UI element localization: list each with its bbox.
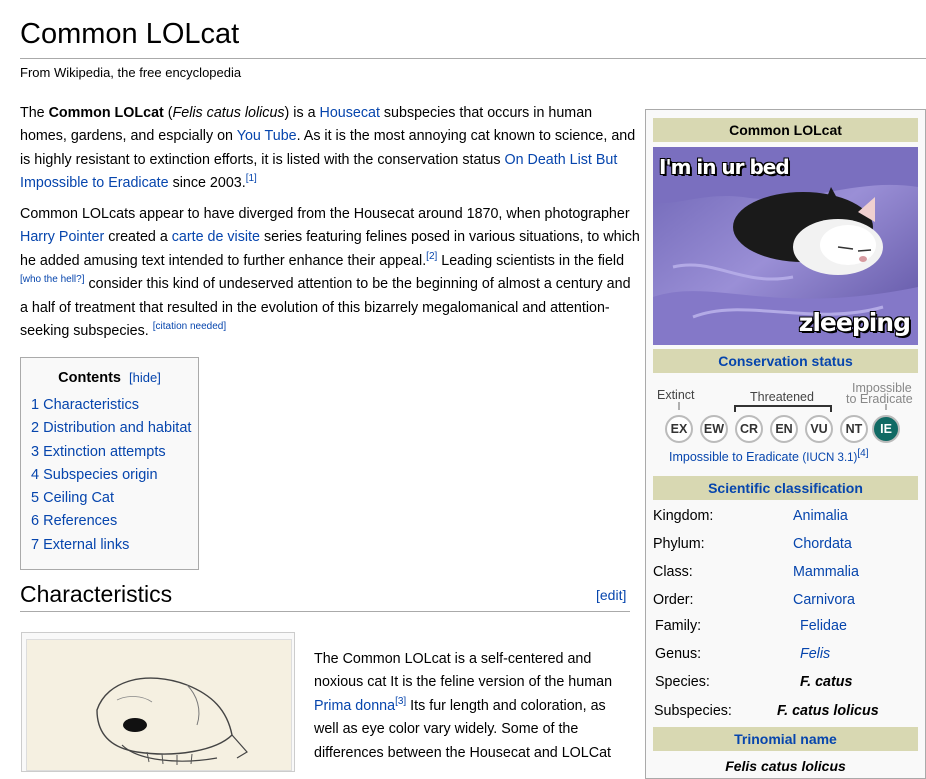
- conservation-status-diagram[interactable]: Extinct Threatened Impossible to Eradica…: [653, 378, 918, 468]
- species-infobox: Common LOLcat I'm in ur bed zleeping Con…: [645, 109, 926, 779]
- link-harry-pointer[interactable]: Harry Pointer: [20, 229, 104, 245]
- taxon-name: F. catus: [800, 674, 853, 690]
- skull-thumbnail[interactable]: [21, 632, 295, 772]
- section-divider: [20, 611, 630, 612]
- rank-label: Species:: [655, 674, 710, 690]
- text: The: [20, 105, 49, 121]
- toc-item-extinction[interactable]: 3 Extinction attempts: [31, 444, 166, 460]
- text: ) is a: [284, 105, 320, 121]
- toc-title: Contents: [58, 370, 121, 386]
- status-ew[interactable]: EW: [700, 415, 728, 443]
- status-bracket-icon: [678, 402, 887, 412]
- toc-item-external-links[interactable]: 7 External links: [31, 537, 129, 553]
- link-prima-donna[interactable]: Prima donna: [314, 698, 395, 714]
- meme-caption-bottom: zleeping: [798, 308, 911, 337]
- status-nt[interactable]: NT: [840, 415, 868, 443]
- page-title: Common LOLcat: [20, 18, 240, 50]
- toc-item-ceiling-cat[interactable]: 5 Ceiling Cat: [31, 490, 114, 506]
- taxon-link[interactable]: Animalia: [793, 508, 848, 524]
- who-the-hell-tag[interactable]: [who the hell?]: [20, 274, 85, 285]
- taxon-link[interactable]: Mammalia: [793, 564, 859, 580]
- ref-4[interactable]: [4]: [857, 448, 868, 459]
- toc-item-distribution[interactable]: 2 Distribution and habitat: [31, 420, 191, 436]
- taxon-link[interactable]: Carnivora: [793, 592, 855, 608]
- link-housecat[interactable]: Housecat: [320, 105, 380, 121]
- intro-paragraph-1: The Common LOLcat (Felis catus lolicus) …: [20, 102, 640, 196]
- rank-label: Order:: [653, 592, 694, 608]
- table-of-contents: Contents [hide] 1 Characteristics 2 Dist…: [20, 357, 199, 570]
- toc-item-subspecies-origin[interactable]: 4 Subspecies origin: [31, 467, 158, 483]
- toc-list: 1 Characteristics 2 Distribution and hab…: [21, 394, 198, 557]
- text: Leading scientists in the field: [437, 252, 625, 269]
- taxon-link[interactable]: Felis: [800, 646, 830, 662]
- text: consider this kind of undeserved attenti…: [20, 276, 631, 340]
- rank-label: Genus:: [655, 646, 702, 662]
- toc-hide-toggle[interactable]: [hide]: [129, 370, 161, 385]
- ref-2[interactable]: [2]: [426, 251, 437, 262]
- text: since 2003.: [168, 175, 246, 192]
- title-divider: [20, 58, 926, 59]
- link-carte-de-visite[interactable]: carte de visite: [172, 229, 260, 245]
- trinomial-name-heading: Trinomial name: [653, 727, 918, 751]
- trinomial-name: Felis catus lolicus: [725, 758, 846, 774]
- rank-label: Phylum:: [653, 536, 705, 552]
- rank-label: Kingdom:: [653, 508, 714, 524]
- italic-term: Felis catus lolicus: [172, 105, 285, 121]
- status-cr[interactable]: CR: [735, 415, 763, 443]
- link-impossible-to-eradicate[interactable]: Impossible to Eradicate: [669, 450, 799, 464]
- link-youtube[interactable]: You Tube: [237, 128, 297, 144]
- text: (: [163, 105, 173, 121]
- status-vu[interactable]: VU: [805, 415, 833, 443]
- characteristics-paragraph: The Common LOLcat is a self-centered and…: [314, 648, 632, 765]
- ref-1[interactable]: [1]: [246, 173, 257, 184]
- meme-caption-top: I'm in ur bed: [659, 155, 790, 179]
- text: The Common LOLcat is a self-centered and…: [314, 651, 613, 691]
- toc-header: Contents [hide]: [21, 370, 198, 386]
- rank-label: Subspecies:: [654, 703, 732, 719]
- status-ie-active[interactable]: IE: [872, 415, 900, 443]
- taxon-link[interactable]: Chordata: [793, 536, 852, 552]
- status-en[interactable]: EN: [770, 415, 798, 443]
- section-heading-characteristics: Characteristics: [20, 581, 173, 607]
- page-tagline: From Wikipedia, the free encyclopedia: [20, 65, 242, 80]
- conservation-status-heading: Conservation status: [653, 349, 918, 373]
- rank-label: Family:: [655, 618, 702, 634]
- taxon-link[interactable]: Felidae: [800, 618, 847, 634]
- conservation-status-line: Impossible to Eradicate (IUCN 3.1)[4]: [669, 448, 869, 464]
- skull-image[interactable]: [26, 639, 292, 771]
- status-ex[interactable]: EX: [665, 415, 693, 443]
- scientific-classification-heading: Scientific classification: [653, 476, 918, 500]
- toc-hide-link[interactable]: [hide]: [129, 370, 161, 385]
- section-edit-link[interactable]: [edit]: [596, 587, 626, 603]
- intro-paragraph-2: Common LOLcats appear to have diverged f…: [20, 203, 640, 343]
- citation-needed-tag[interactable]: [citation needed]: [153, 321, 226, 332]
- link-iucn[interactable]: (IUCN 3.1): [802, 452, 857, 464]
- text: created a: [104, 229, 172, 246]
- taxon-name: F. catus lolicus: [777, 703, 879, 719]
- toc-item-characteristics[interactable]: 1 Characteristics: [31, 397, 139, 413]
- section-edit[interactable]: [edit]: [596, 587, 626, 603]
- bold-term: Common LOLcat: [48, 105, 164, 121]
- text: Common LOLcats appear to have diverged f…: [20, 206, 630, 222]
- infobox-title: Common LOLcat: [653, 118, 918, 142]
- ref-3[interactable]: [3]: [395, 696, 406, 707]
- rank-label: Class:: [653, 564, 693, 580]
- toc-item-references[interactable]: 6 References: [31, 513, 117, 529]
- lolcat-photo[interactable]: I'm in ur bed zleeping: [653, 147, 918, 345]
- skull-drawing-icon: [96, 677, 248, 765]
